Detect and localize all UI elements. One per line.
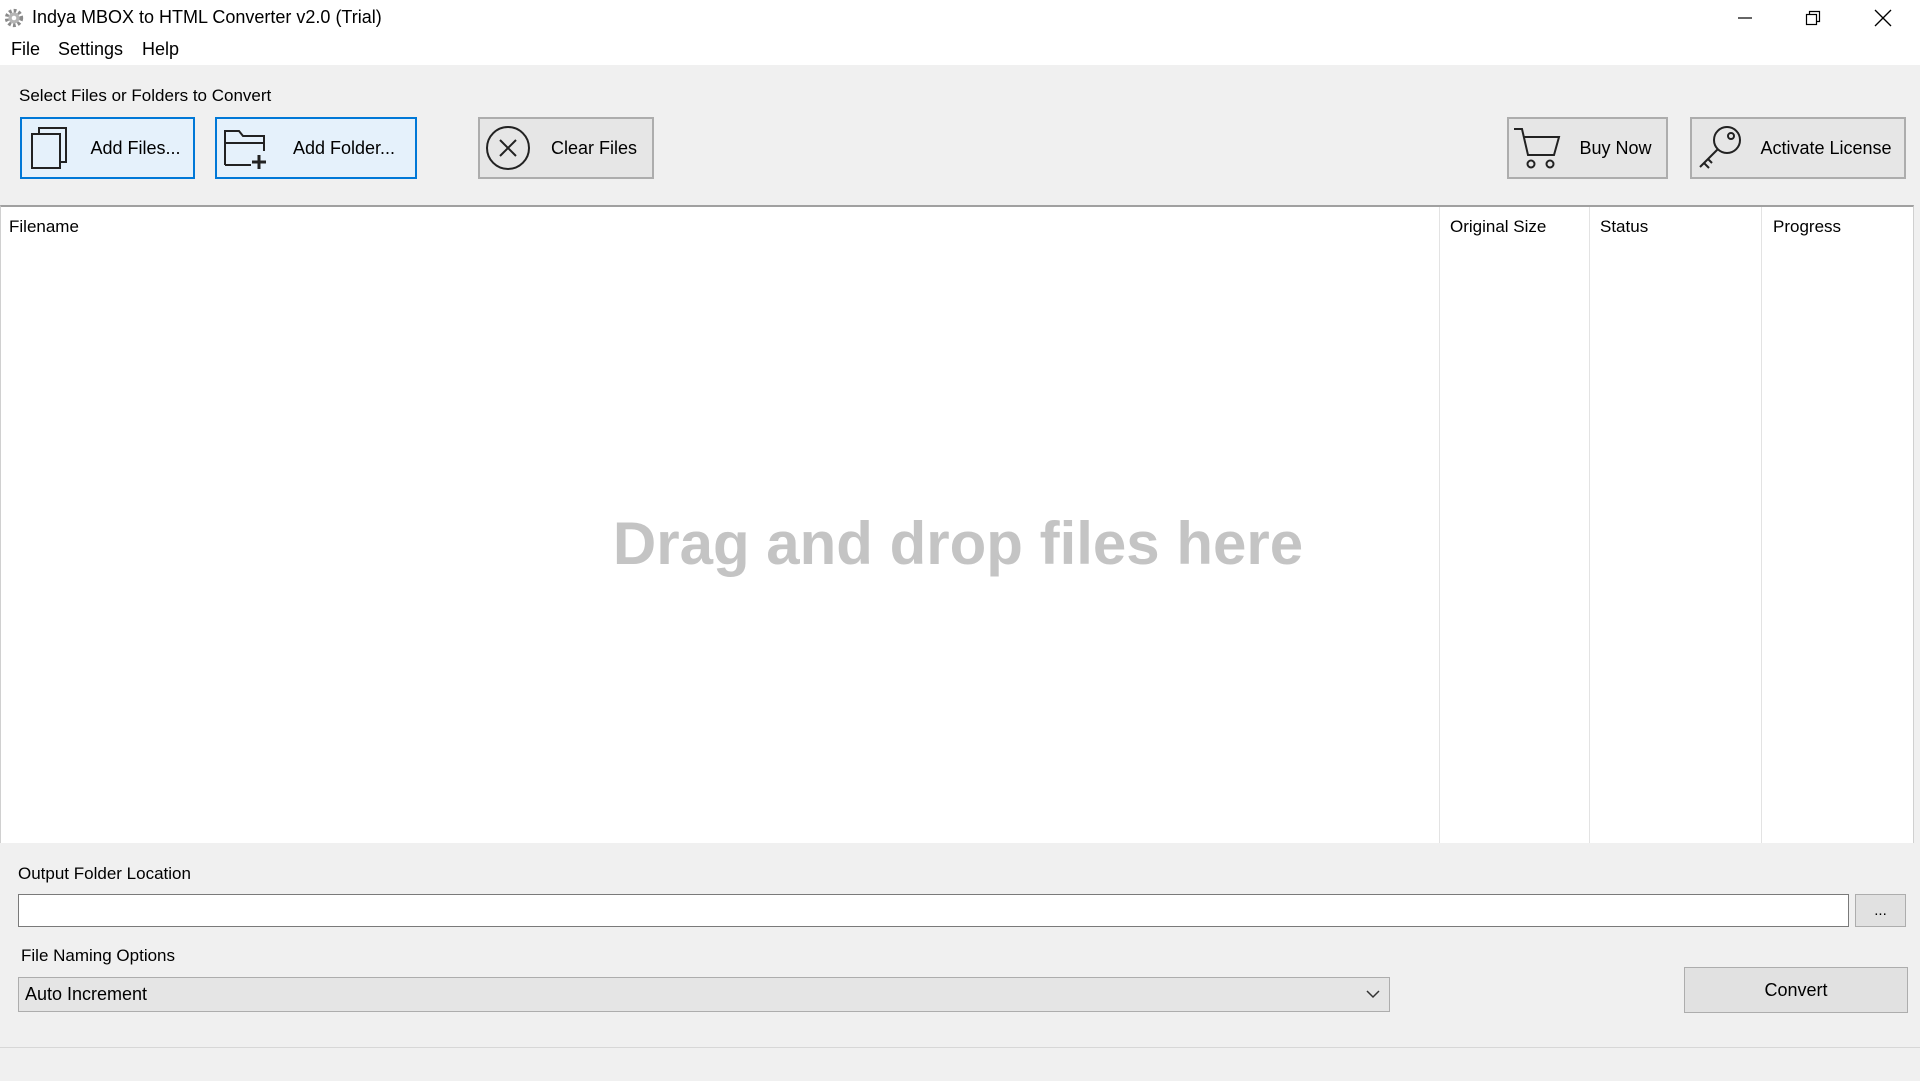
menu-file[interactable]: File [9, 39, 42, 60]
drop-hint: Drag and drop files here [612, 510, 1304, 577]
output-folder-input[interactable] [18, 894, 1849, 927]
window-title: Indya MBOX to HTML Converter v2.0 (Trial… [32, 7, 382, 27]
key-icon [1692, 120, 1748, 176]
title-bar: Indya MBOX to HTML Converter v2.0 (Trial… [0, 0, 1920, 35]
add-folder-button[interactable]: Add Folder... [215, 117, 417, 179]
gear-icon [4, 8, 24, 28]
status-bar [0, 1047, 1920, 1081]
column-header-status[interactable]: Status [1600, 217, 1648, 237]
output-folder-label: Output Folder Location [18, 864, 191, 883]
clear-icon [480, 120, 536, 176]
menu-bar: File Settings Help [0, 35, 1920, 66]
chevron-down-icon [1366, 990, 1380, 999]
restore-icon [1805, 10, 1821, 25]
activate-license-label: Activate License [1760, 137, 1892, 158]
convert-button[interactable]: Convert [1684, 967, 1908, 1013]
buy-now-button[interactable]: Buy Now [1507, 117, 1668, 179]
clear-files-button[interactable]: Clear Files [478, 117, 654, 179]
files-icon [22, 120, 78, 176]
column-header-filename[interactable]: Filename [9, 217, 79, 237]
minimize-icon [1738, 16, 1752, 19]
add-folder-label: Add Folder... [292, 137, 396, 158]
clear-files-label: Clear Files [550, 137, 638, 158]
close-button[interactable] [1848, 0, 1918, 35]
file-naming-select[interactable]: Auto Increment [18, 977, 1390, 1012]
restore-button[interactable] [1778, 0, 1848, 35]
buy-now-label: Buy Now [1579, 137, 1652, 158]
file-naming-label: File Naming Options [21, 946, 176, 965]
source-label: Select Files or Folders to Convert [19, 86, 272, 105]
cart-icon [1509, 120, 1565, 176]
activate-license-button[interactable]: Activate License [1690, 117, 1906, 179]
add-files-button[interactable]: Add Files... [20, 117, 195, 179]
column-header-progress[interactable]: Progress [1773, 217, 1841, 237]
add-folder-icon [217, 120, 273, 176]
menu-help[interactable]: Help [140, 39, 181, 60]
minimize-button[interactable] [1710, 0, 1780, 35]
close-icon [1874, 9, 1892, 26]
add-files-label: Add Files... [90, 137, 181, 158]
file-list[interactable]: Filename Original Size Status Progress D… [0, 205, 1914, 843]
file-naming-value: Auto Increment [25, 984, 148, 1004]
menu-settings[interactable]: Settings [56, 39, 125, 60]
column-header-original-size[interactable]: Original Size [1450, 217, 1546, 237]
browse-button[interactable]: ... [1855, 894, 1906, 927]
